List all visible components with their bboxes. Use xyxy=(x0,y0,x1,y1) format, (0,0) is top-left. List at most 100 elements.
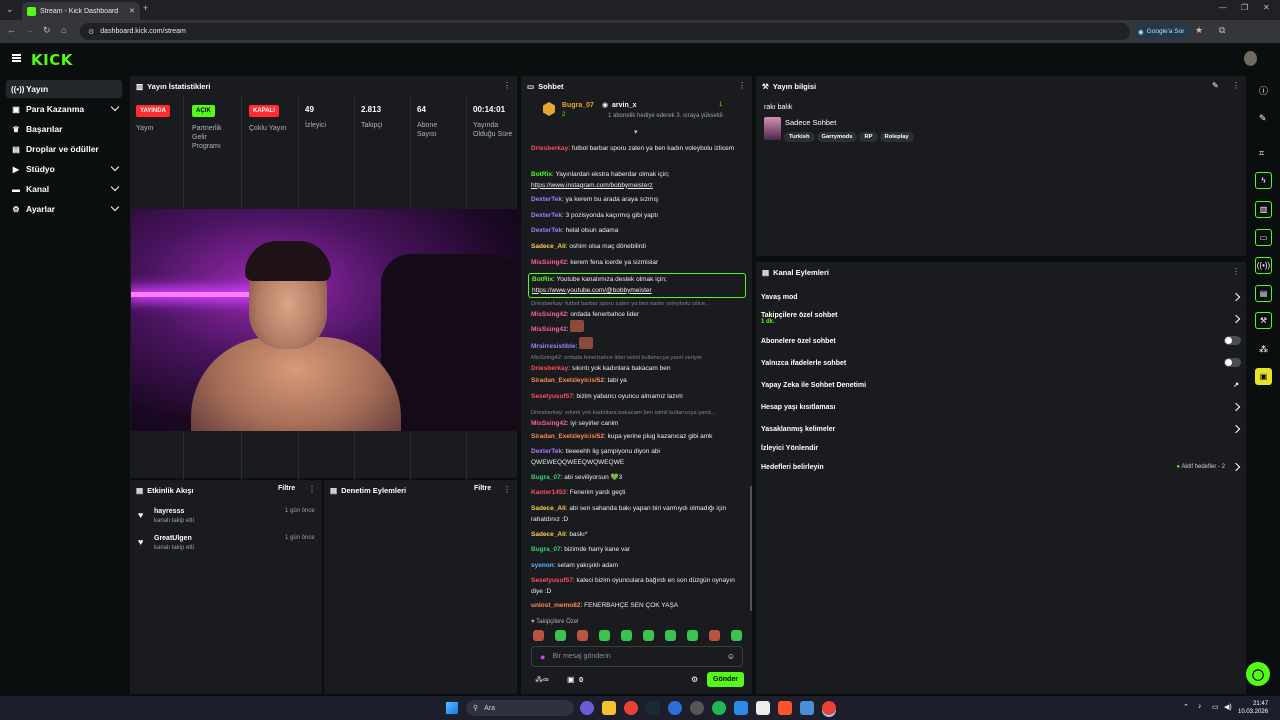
windows-start-icon[interactable] xyxy=(446,702,458,714)
chat-username[interactable]: Sadece_Ali xyxy=(531,243,566,250)
kebab-menu-icon[interactable]: ⋮ xyxy=(503,81,511,90)
toggle-switch[interactable] xyxy=(1224,358,1241,367)
sidebar-item-ayarlar[interactable]: ⚙ Ayarlar xyxy=(6,200,122,218)
rail-clip-button[interactable]: ▣ xyxy=(1255,368,1272,385)
points-icon[interactable]: ⁂ xyxy=(1259,344,1268,355)
sidebar-item-studyo[interactable]: ▶ Stüdyo xyxy=(6,160,122,178)
rail-notes-button[interactable]: ▥ xyxy=(1255,201,1272,218)
google-ask-button[interactable]: ◉ Google'a Sor xyxy=(1133,25,1190,38)
pinned-user2[interactable]: arvin_x xyxy=(612,102,637,109)
close-tab-icon[interactable]: ✕ xyxy=(129,7,135,15)
tag-chip[interactable]: Roleplay xyxy=(879,132,914,142)
chrome-active-icon[interactable] xyxy=(822,701,836,715)
steam-icon[interactable] xyxy=(646,701,660,715)
channel-action-row[interactable]: Hesap yaşı kısıtlaması xyxy=(761,402,1243,412)
back-icon[interactable]: ← xyxy=(7,26,16,35)
chat-username[interactable]: MisSsing42 xyxy=(531,420,567,427)
chat-username[interactable]: Driesberkay xyxy=(531,365,568,372)
taskbar-clock[interactable]: 21:47 10.03.2026 xyxy=(1238,700,1268,716)
chat-username[interactable]: BotRix xyxy=(531,171,552,178)
emote-icon[interactable] xyxy=(643,630,654,641)
vscode-icon[interactable] xyxy=(734,701,748,715)
chat-username[interactable]: Siradan_Exelzleyicisi52 xyxy=(531,377,604,384)
home-icon[interactable]: ⌂ xyxy=(61,26,66,35)
chrome-icon[interactable] xyxy=(624,701,638,715)
emote-icon[interactable] xyxy=(555,630,566,641)
sidebar-item-yayin[interactable]: ((•)) Yayın xyxy=(6,80,122,98)
help-chat-button[interactable]: ◯ xyxy=(1246,662,1270,686)
app-icon[interactable] xyxy=(668,701,682,715)
tag-chip[interactable]: RP xyxy=(859,132,878,142)
edit-pencil-icon[interactable]: ✎ xyxy=(1212,81,1219,90)
bookmark-star-icon[interactable]: ★ xyxy=(1195,26,1203,35)
chat-username[interactable]: unlost_memo82 xyxy=(531,602,581,609)
channel-action-row[interactable]: Yapay Zeka ile Sohbet Denetimi ↗ xyxy=(761,382,1243,389)
close-window-icon[interactable]: ✕ xyxy=(1263,4,1270,12)
reply-preview[interactable]: Driesberkay: sıkıntı yok kadınlara bakac… xyxy=(531,408,741,419)
emote-icon[interactable] xyxy=(599,630,610,641)
kebab-menu-icon[interactable]: ⋮ xyxy=(738,81,746,90)
network-icon[interactable]: ▭ xyxy=(1212,703,1219,711)
chat-username[interactable]: Sadece_Ali xyxy=(531,531,566,538)
emote-icon[interactable] xyxy=(533,630,544,641)
chevron-down-icon[interactable]: ▾ xyxy=(634,128,638,136)
send-button[interactable]: Gönder xyxy=(707,672,744,687)
mic-icon[interactable]: ● xyxy=(540,652,545,662)
reload-icon[interactable]: ↻ xyxy=(43,26,51,35)
brave-icon[interactable] xyxy=(778,701,792,715)
gift-icon[interactable]: ▣ xyxy=(567,675,575,684)
category-thumbnail[interactable] xyxy=(764,117,781,140)
emoji-icon[interactable]: ☺ xyxy=(727,652,735,661)
sidebar-item-basarilar[interactable]: ♛ Başarılar xyxy=(6,120,122,138)
mic-tray-icon[interactable]: ♪ xyxy=(1198,703,1202,710)
tray-chevron-icon[interactable]: ⌃ xyxy=(1183,703,1189,711)
chat-username[interactable]: MisSsing42 xyxy=(531,259,567,266)
rail-flash-button[interactable]: ϟ xyxy=(1255,172,1272,189)
activity-user[interactable]: hayresss xyxy=(154,508,184,515)
menu-icon[interactable] xyxy=(12,54,21,62)
chat-link[interactable]: https://www.youtube.com/@bobbymeister xyxy=(532,287,652,294)
kebab-menu-icon[interactable]: ⋮ xyxy=(503,485,511,494)
crop-icon[interactable]: ⌗ xyxy=(1259,148,1264,159)
reply-preview[interactable]: MisSsing42: ordada fenerbahce lider isim… xyxy=(531,353,741,364)
new-tab-icon[interactable]: + xyxy=(143,4,148,13)
chat-username[interactable]: Bugra_07 xyxy=(531,474,561,481)
channel-action-row[interactable]: Abonelere özel sohbet xyxy=(761,336,1243,345)
maximize-icon[interactable]: ❐ xyxy=(1241,4,1248,12)
channel-action-row[interactable]: Yalnızca ifadelerle sohbet xyxy=(761,358,1243,367)
stream-category[interactable]: Sadece Sohbet xyxy=(785,118,836,127)
settings-app-icon[interactable] xyxy=(690,701,704,715)
chat-settings-icon[interactable]: ⚙ xyxy=(691,675,698,684)
volume-icon[interactable]: ◀) xyxy=(1224,703,1232,711)
emote-icon[interactable] xyxy=(731,630,742,641)
rail-broadcast-button[interactable]: ((•)) xyxy=(1255,257,1272,274)
chat-username[interactable]: BotRix xyxy=(532,276,553,283)
teams-icon[interactable] xyxy=(580,701,594,715)
tag-chip[interactable]: Turkish xyxy=(784,132,815,142)
emote-icon[interactable] xyxy=(687,630,698,641)
chat-username[interactable]: Sesetyusuf57 xyxy=(531,577,573,584)
chat-username[interactable]: DexterTek xyxy=(531,227,562,234)
pinned-user1[interactable]: Bugra_07 xyxy=(562,102,594,109)
emote-icon[interactable] xyxy=(577,630,588,641)
extensions-icon[interactable]: ⧉ xyxy=(1219,26,1225,35)
activity-user[interactable]: GreatUlgen xyxy=(154,535,192,542)
notion-icon[interactable] xyxy=(756,701,770,715)
activity-filter-button[interactable]: Filtre xyxy=(278,485,295,492)
chat-input[interactable]: ● Bir mesaj gönderin ☺ xyxy=(531,646,743,667)
rail-tools-button[interactable]: ⚒ xyxy=(1255,312,1272,329)
rail-chat-button[interactable]: ▭ xyxy=(1255,229,1272,246)
reply-preview[interactable]: Driesberkay: futbol barbar sporu zaten y… xyxy=(531,299,741,310)
info-icon[interactable]: ⓘ xyxy=(1259,84,1268,97)
kebab-menu-icon[interactable]: ⋮ xyxy=(1232,81,1240,90)
browser-tab[interactable]: Stream - Kick Dashboard ✕ xyxy=(22,2,140,20)
spotify-icon[interactable] xyxy=(712,701,726,715)
chat-username[interactable]: Sesetyusuf57 xyxy=(531,393,573,400)
channel-action-row[interactable]: Yasaklanmış kelimeler xyxy=(761,424,1243,434)
stream-video-preview[interactable] xyxy=(131,209,523,431)
chat-link[interactable]: https://www.instagram.com/bobbymeisterz xyxy=(531,182,653,189)
chat-username[interactable]: Siradan_Exelzleyicisi52 xyxy=(531,433,604,440)
tag-chip[interactable]: Garrymods xyxy=(816,132,858,142)
app-g-icon[interactable] xyxy=(800,701,814,715)
url-input[interactable]: ⚙ dashboard.kick.com/stream xyxy=(80,23,1130,40)
